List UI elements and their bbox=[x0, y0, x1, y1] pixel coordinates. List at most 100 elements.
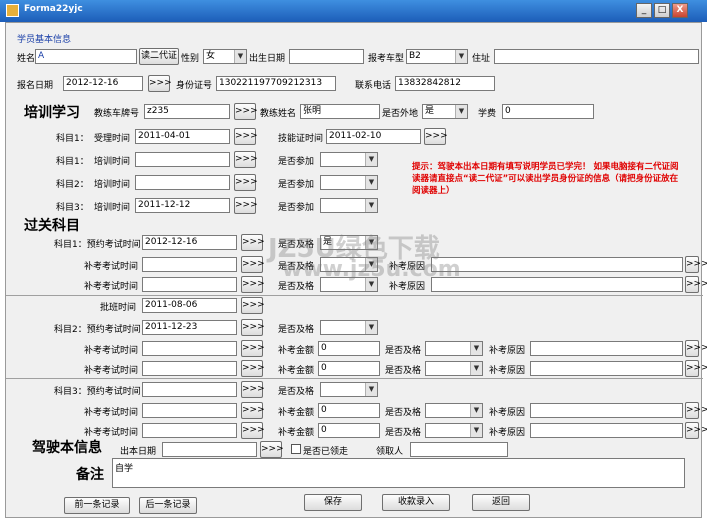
s3-retest2-picker-button[interactable]: >>> bbox=[241, 422, 265, 439]
plate-picker-button[interactable]: >>> bbox=[234, 103, 258, 120]
s3-retest2-reason-button[interactable]: >>> bbox=[685, 422, 707, 439]
train-time-label: 培训时间 bbox=[94, 203, 131, 213]
name-input[interactable]: A bbox=[35, 49, 137, 64]
train-time-label: 培训时间 bbox=[94, 157, 131, 167]
signup-date-picker-button[interactable]: >>> bbox=[148, 75, 172, 92]
s2-retest1-reason-input[interactable] bbox=[530, 341, 683, 356]
address-input[interactable] bbox=[494, 49, 699, 64]
id-number-input[interactable]: 130221197709212313 bbox=[216, 76, 336, 91]
chevron-down-icon: ▼ bbox=[470, 424, 482, 437]
plate-label: 教练车牌号 bbox=[94, 109, 140, 119]
subject1-attend-select[interactable]: ▼ bbox=[320, 152, 378, 167]
approve-time-input[interactable]: 2011-08-06 bbox=[142, 298, 237, 313]
skill-cert-input[interactable]: 2011-02-10 bbox=[326, 129, 421, 144]
prev-record-button[interactable]: 前一条记录 bbox=[64, 497, 130, 514]
s1-retest1-input[interactable] bbox=[142, 257, 237, 272]
remark-textarea[interactable]: 自学 bbox=[112, 458, 685, 488]
s3-retest1-reason-button[interactable]: >>> bbox=[685, 402, 707, 419]
subject1-train-input[interactable] bbox=[135, 152, 230, 167]
received-checkbox[interactable] bbox=[291, 444, 301, 454]
s3-retest2-pass-select[interactable]: ▼ bbox=[425, 423, 483, 438]
outside-label: 是否外地 bbox=[382, 109, 419, 119]
s2-retest2-picker-button[interactable]: >>> bbox=[241, 360, 265, 377]
s3-retest2-fee-input[interactable]: 0 bbox=[318, 423, 380, 438]
s3-exam-input[interactable] bbox=[142, 382, 237, 397]
subject1-train-label: 科目1： bbox=[56, 157, 89, 167]
s3-pass-select[interactable]: ▼ bbox=[320, 382, 378, 397]
phone-input[interactable]: 13832842812 bbox=[395, 76, 495, 91]
phone-label: 联系电话 bbox=[355, 81, 392, 91]
s3-exam-label: 科目3：预约考试时间 bbox=[54, 387, 141, 397]
s3-retest1-pass-select[interactable]: ▼ bbox=[425, 403, 483, 418]
s3-retest1-picker-button[interactable]: >>> bbox=[241, 402, 265, 419]
s3-retest2-input[interactable] bbox=[142, 423, 237, 438]
s1-exam-label: 科目1：预约考试时间 bbox=[54, 240, 141, 250]
gender-select[interactable]: 女 ▼ bbox=[203, 49, 247, 64]
s2-retest2-reason-button[interactable]: >>> bbox=[685, 360, 707, 377]
subject3-train-picker-button[interactable]: >>> bbox=[234, 197, 258, 214]
s2-pass-select[interactable]: ▼ bbox=[320, 320, 378, 335]
subject2-attend-select[interactable]: ▼ bbox=[320, 175, 378, 190]
s2-retest2-fee-input[interactable]: 0 bbox=[318, 361, 380, 376]
plate-input[interactable]: z235 bbox=[144, 104, 230, 119]
subject3-train-label: 科目3： bbox=[56, 203, 89, 213]
s1-exam-input[interactable]: 2012-12-16 bbox=[142, 235, 237, 250]
birth-date-input[interactable] bbox=[289, 49, 364, 64]
s1-retest2-input[interactable] bbox=[142, 277, 237, 292]
window-title: Forma22yjc bbox=[24, 4, 83, 14]
pass-label: 是否及格 bbox=[385, 408, 422, 418]
fee-entry-button[interactable]: 收款录入 bbox=[382, 494, 450, 511]
pass-label: 是否及格 bbox=[278, 387, 315, 397]
minimize-button[interactable]: _ bbox=[636, 3, 652, 18]
received-label: 是否已领走 bbox=[303, 447, 349, 457]
accept-time-input[interactable]: 2011-04-01 bbox=[135, 129, 230, 144]
skill-cert-picker-button[interactable]: >>> bbox=[424, 128, 448, 145]
s2-retest1-picker-button[interactable]: >>> bbox=[241, 340, 265, 357]
close-button[interactable]: X bbox=[672, 3, 688, 18]
s2-exam-input[interactable]: 2011-12-23 bbox=[142, 320, 237, 335]
save-button[interactable]: 保存 bbox=[304, 494, 362, 511]
subject1-train-picker-button[interactable]: >>> bbox=[234, 151, 258, 168]
outside-select[interactable]: 是 ▼ bbox=[422, 104, 468, 119]
license-type-select[interactable]: B2 ▼ bbox=[406, 49, 468, 64]
s1-retest2-reason-button[interactable]: >>> bbox=[685, 276, 707, 293]
s2-retest2-pass-select[interactable]: ▼ bbox=[425, 361, 483, 376]
next-record-button[interactable]: 后一条记录 bbox=[139, 497, 197, 514]
title-bar: Forma22yjc _ □ X bbox=[0, 0, 707, 22]
s2-retest2-input[interactable] bbox=[142, 361, 237, 376]
s2-retest1-input[interactable] bbox=[142, 341, 237, 356]
s3-exam-picker-button[interactable]: >>> bbox=[241, 381, 265, 398]
read-id-card-button[interactable]: 读二代证 bbox=[139, 48, 179, 65]
s2-retest2-reason-input[interactable] bbox=[530, 361, 683, 376]
subject2-train-input[interactable] bbox=[135, 175, 230, 190]
signup-date-input[interactable]: 2012-12-16 bbox=[63, 76, 143, 91]
s2-retest1-pass-select[interactable]: ▼ bbox=[425, 341, 483, 356]
fee-input[interactable]: 0 bbox=[502, 104, 594, 119]
s2-retest1-reason-button[interactable]: >>> bbox=[685, 340, 707, 357]
accept-time-picker-button[interactable]: >>> bbox=[234, 128, 258, 145]
subject3-attend-select[interactable]: ▼ bbox=[320, 198, 378, 213]
maximize-button[interactable]: □ bbox=[654, 3, 670, 18]
back-button[interactable]: 返回 bbox=[472, 494, 530, 511]
s1-retest2-reason-input[interactable] bbox=[431, 277, 683, 292]
s1-retest1-reason-input[interactable] bbox=[431, 257, 683, 272]
issue-date-picker-button[interactable]: >>> bbox=[260, 441, 284, 458]
s2-exam-picker-button[interactable]: >>> bbox=[241, 319, 265, 336]
subject2-train-picker-button[interactable]: >>> bbox=[234, 174, 258, 191]
s3-retest1-fee-input[interactable]: 0 bbox=[318, 403, 380, 418]
s3-retest1-input[interactable] bbox=[142, 403, 237, 418]
s2-retest1-fee-input[interactable]: 0 bbox=[318, 341, 380, 356]
s3-retest2-reason-input[interactable] bbox=[530, 423, 683, 438]
subject3-train-input[interactable]: 2011-12-12 bbox=[135, 198, 230, 213]
s1-retest1-reason-button[interactable]: >>> bbox=[685, 256, 707, 273]
receiver-input[interactable] bbox=[410, 442, 508, 457]
coach-input[interactable]: 张明 bbox=[300, 104, 380, 119]
s1-retest2-picker-button[interactable]: >>> bbox=[241, 276, 265, 293]
s1-exam-picker-button[interactable]: >>> bbox=[241, 234, 265, 251]
issue-date-input[interactable] bbox=[162, 442, 257, 457]
s3-retest1-reason-input[interactable] bbox=[530, 403, 683, 418]
outside-value: 是 bbox=[425, 106, 435, 116]
approve-time-picker-button[interactable]: >>> bbox=[241, 297, 265, 314]
chevron-down-icon: ▼ bbox=[470, 404, 482, 417]
s1-retest1-picker-button[interactable]: >>> bbox=[241, 256, 265, 273]
